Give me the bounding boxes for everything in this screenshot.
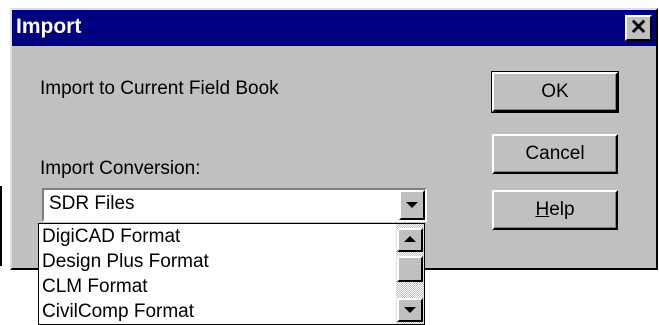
chevron-down-icon <box>406 202 418 208</box>
scroll-up-icon <box>404 236 416 242</box>
conversion-dropdown-list[interactable]: DigiCAD Format Design Plus Format CLM Fo… <box>38 223 425 325</box>
cancel-button[interactable]: Cancel <box>492 134 618 174</box>
close-icon: ✕ <box>629 16 648 39</box>
dropdown-button[interactable] <box>399 190 425 220</box>
import-conversion-label: Import Conversion: <box>40 158 201 179</box>
scroll-down-icon <box>404 307 416 313</box>
list-item[interactable]: CivilComp Format <box>42 301 194 323</box>
close-button[interactable]: ✕ <box>625 15 652 41</box>
scroll-thumb[interactable] <box>397 256 423 282</box>
list-scrollbar[interactable] <box>396 224 424 324</box>
list-item[interactable]: DigiCAD Format <box>42 226 180 248</box>
selected-conversion: SDR Files <box>49 193 135 214</box>
import-conversion-select[interactable]: SDR Files <box>42 188 427 222</box>
ok-button[interactable]: OK <box>491 71 619 113</box>
help-mnemonic: H <box>535 199 550 220</box>
window-title: Import <box>16 15 82 38</box>
title-bar[interactable]: Import ✕ <box>12 10 656 46</box>
help-label-rest: elp <box>549 199 575 220</box>
import-target-label: Import to Current Field Book <box>40 78 279 99</box>
help-button[interactable]: Help <box>492 190 618 230</box>
scroll-up-button[interactable] <box>397 228 423 252</box>
list-item[interactable]: Design Plus Format <box>42 251 209 273</box>
list-item[interactable]: CLM Format <box>42 276 148 298</box>
scroll-down-button[interactable] <box>397 298 423 322</box>
background-edge <box>0 186 2 266</box>
